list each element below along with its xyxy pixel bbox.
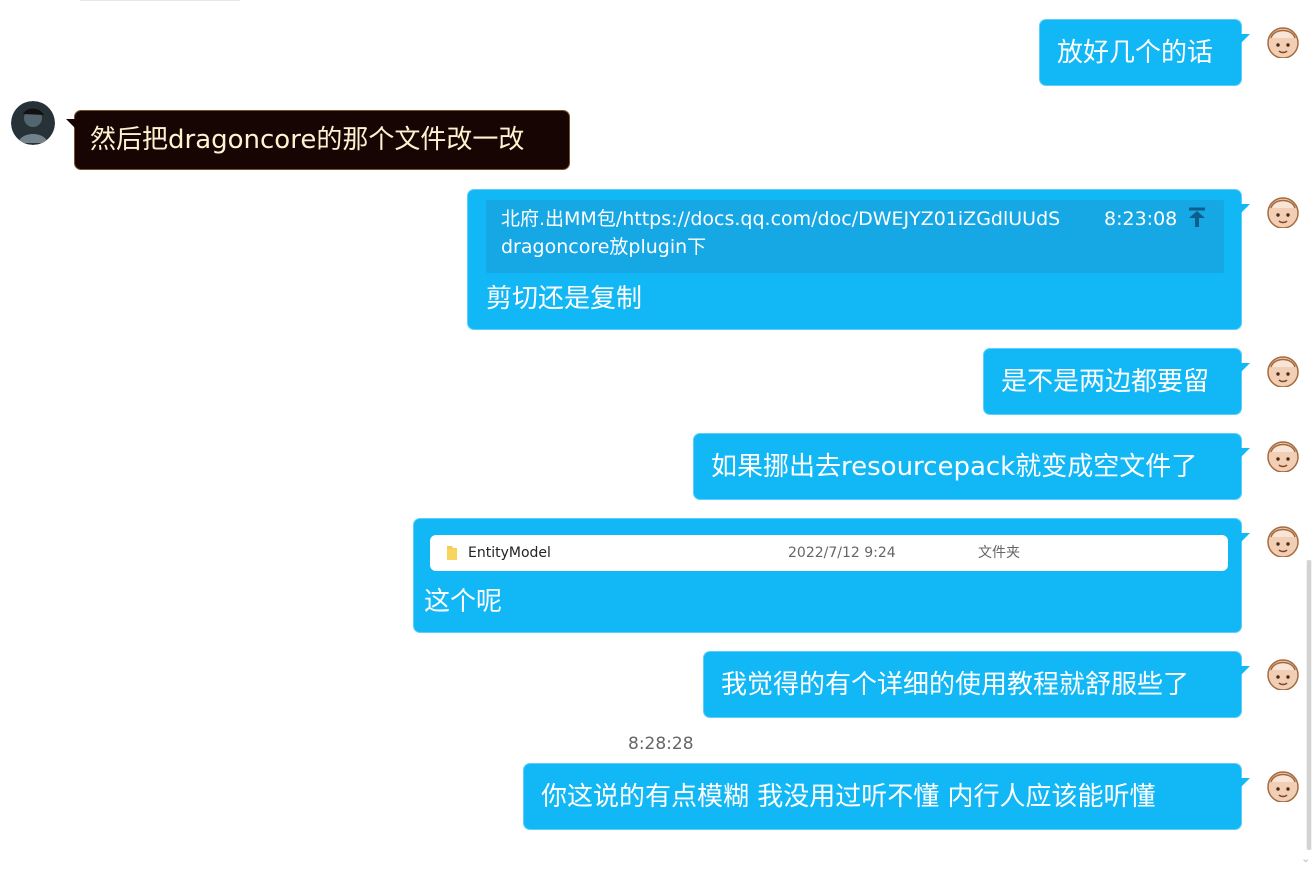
message-text: 放好几个的话 <box>1057 38 1214 68</box>
cartoon-avatar-icon[interactable] <box>1266 353 1300 387</box>
outgoing-file-message-bubble[interactable]: EntityModel 2022/7/12 9:24 文件夹 这个呢 <box>413 518 1250 633</box>
outgoing-message-bubble[interactable]: 放好几个的话 <box>1039 19 1250 86</box>
outgoing-message-bubble[interactable]: 如果挪出去resourcepack就变成空文件了 <box>693 433 1250 500</box>
file-attachment-card[interactable]: EntityModel 2022/7/12 9:24 文件夹 <box>430 535 1228 571</box>
message-text: 是不是两边都要留 <box>1001 367 1210 397</box>
outgoing-quote-message-bubble[interactable]: 北府.出MM包/https://docs.qq.com/doc/DWEJYZ01… <box>467 189 1250 330</box>
message-text: 这个呢 <box>424 587 503 617</box>
previous-message-fragment <box>80 0 240 1</box>
quoted-message-time: 8:23:08 <box>1104 208 1178 230</box>
message-timestamp: 8:28:28 <box>628 734 694 754</box>
outgoing-message-bubble[interactable]: 是不是两边都要留 <box>983 348 1250 415</box>
outgoing-message-bubble[interactable]: 你这说的有点模糊 我没用过听不懂 内行人应该能听懂 <box>523 763 1250 830</box>
cartoon-avatar-icon[interactable] <box>1266 656 1300 690</box>
file-name: EntityModel <box>468 545 551 561</box>
chat-history: 放好几个的话 然后把dragoncore的那个文件改一改 北府.出MM包/htt… <box>0 0 1312 872</box>
cartoon-avatar-icon[interactable] <box>1266 194 1300 228</box>
message-text: 如果挪出去resourcepack就变成空文件了 <box>711 452 1198 482</box>
incoming-message-bubble[interactable]: 然后把dragoncore的那个文件改一改 <box>66 110 570 170</box>
quoted-message[interactable]: 北府.出MM包/https://docs.qq.com/doc/DWEJYZ01… <box>486 200 1224 273</box>
message-text: 然后把dragoncore的那个文件改一改 <box>90 125 525 155</box>
cartoon-avatar-icon[interactable] <box>1266 24 1300 58</box>
scroll-down-arrow-icon[interactable]: ⌄ <box>1301 852 1311 866</box>
message-text: 你这说的有点模糊 我没用过听不懂 内行人应该能听懂 <box>541 782 1156 812</box>
quoted-message-line-1: 北府.出MM包/https://docs.qq.com/doc/DWEJYZ01… <box>501 208 1061 230</box>
message-text: 剪切还是复制 <box>486 284 643 314</box>
arrow-up-to-line-icon[interactable] <box>1186 206 1208 230</box>
file-date: 2022/7/12 9:24 <box>788 545 896 561</box>
cartoon-avatar-icon[interactable] <box>1266 438 1300 472</box>
outgoing-message-bubble[interactable]: 我觉得的有个详细的使用教程就舒服些了 <box>703 651 1250 718</box>
scrollbar-thumb[interactable] <box>1307 560 1311 850</box>
avatar-photo-icon <box>11 101 55 145</box>
cartoon-avatar-icon[interactable] <box>1266 523 1300 557</box>
quoted-message-line-2: dragoncore放plugin下 <box>501 236 707 258</box>
message-text: 我觉得的有个详细的使用教程就舒服些了 <box>721 670 1190 700</box>
user-photo-avatar[interactable] <box>11 101 55 145</box>
file-type: 文件夹 <box>978 545 1020 561</box>
folder-icon <box>447 546 457 560</box>
cartoon-avatar-icon[interactable] <box>1266 768 1300 802</box>
